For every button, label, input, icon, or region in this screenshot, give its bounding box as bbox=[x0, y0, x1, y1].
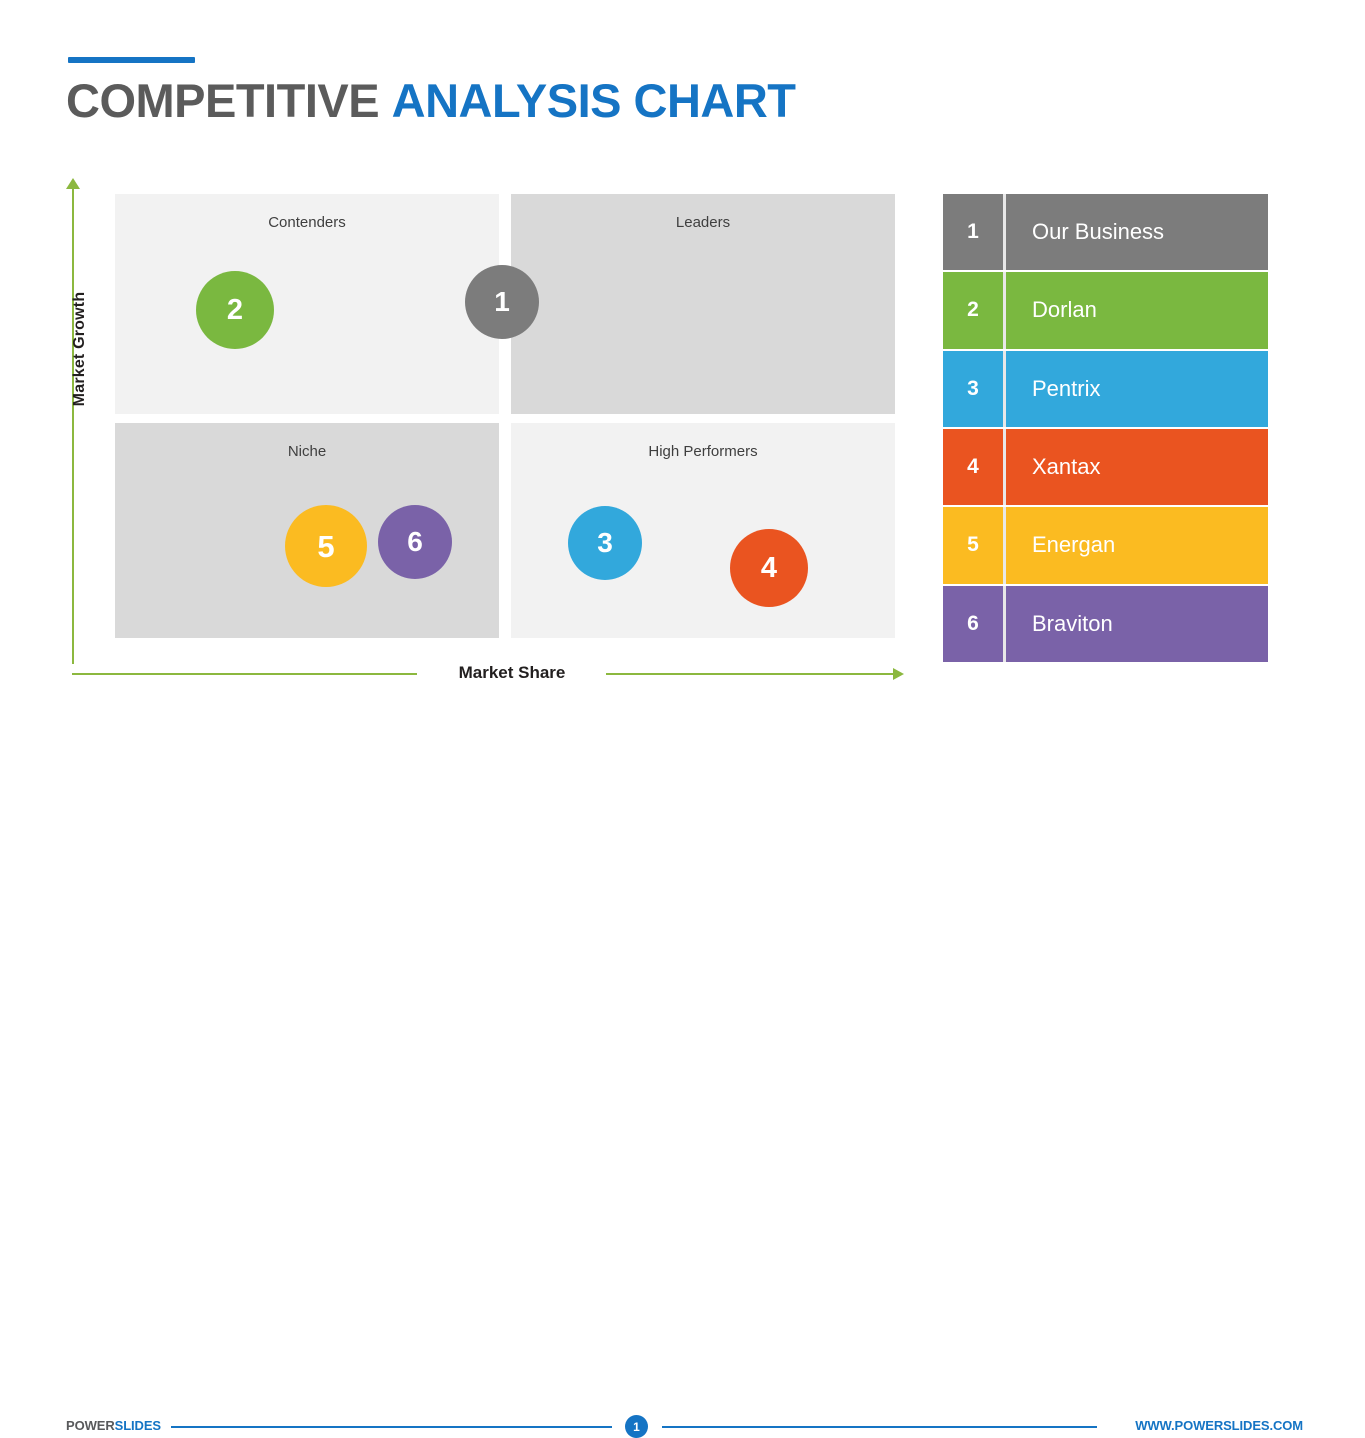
bubble-3[interactable]: 3 bbox=[568, 506, 642, 580]
legend-row[interactable]: 2 Dorlan bbox=[943, 272, 1268, 351]
quadrant-contenders: Contenders bbox=[115, 194, 499, 414]
x-axis-label: Market Share bbox=[458, 663, 566, 682]
legend-row-number: 6 bbox=[943, 585, 1006, 662]
page-number-badge: 1 bbox=[625, 1415, 648, 1438]
bubble-6[interactable]: 6 bbox=[378, 505, 452, 579]
powerslides-logo: POWERSLIDES bbox=[66, 1418, 161, 1433]
bubble-2[interactable]: 2 bbox=[196, 271, 274, 349]
legend-table: 1 Our Business 2 Dorlan 3 Pentrix 4 Xantax 5 Ener… bbox=[943, 194, 1268, 662]
legend-row-number: 1 bbox=[943, 194, 1006, 271]
logo-text-slides: SLIDES bbox=[114, 1418, 161, 1433]
quadrant-leaders: Leaders bbox=[511, 194, 895, 414]
legend-row[interactable]: 1 Our Business bbox=[943, 194, 1268, 273]
legend-row-number: 3 bbox=[943, 350, 1006, 427]
legend-row[interactable]: 4 Xantax bbox=[943, 428, 1268, 508]
quadrant-label-niche: Niche bbox=[287, 443, 327, 460]
legend-row-name: Pentrix bbox=[1032, 375, 1101, 401]
legend-row-number: 4 bbox=[943, 428, 1006, 506]
y-axis-label: Market Growth bbox=[71, 291, 88, 407]
bubble-5[interactable]: 5 bbox=[285, 505, 367, 587]
bubble-4[interactable]: 4 bbox=[730, 529, 808, 607]
bubble-1[interactable]: 1 bbox=[465, 265, 539, 339]
legend-row[interactable]: 6 Braviton bbox=[943, 585, 1268, 662]
x-axis-line-left bbox=[72, 673, 417, 675]
footer-divider-right bbox=[662, 1426, 1097, 1428]
quadrant-label-contenders: Contenders bbox=[268, 214, 346, 231]
quadrant-label-high-performers: High Performers bbox=[648, 443, 758, 460]
legend-row-number: 5 bbox=[943, 507, 1006, 584]
x-axis-arrow-icon bbox=[893, 668, 904, 680]
logo-text-power: POWER bbox=[66, 1418, 115, 1433]
legend-row-name: Energan bbox=[1032, 532, 1116, 558]
footer-divider-left bbox=[171, 1426, 612, 1428]
legend-row-name: Xantax bbox=[1032, 454, 1101, 480]
quadrant-high-performers: High Performers bbox=[511, 423, 895, 638]
legend-row-name: Braviton bbox=[1032, 610, 1113, 636]
legend-row[interactable]: 3 Pentrix bbox=[943, 350, 1268, 429]
footer-url[interactable]: WWW.POWERSLIDES.COM bbox=[1135, 1418, 1303, 1433]
legend-row-name: Our Business bbox=[1032, 219, 1165, 245]
legend-row-name: Dorlan bbox=[1032, 297, 1097, 323]
x-axis-line-right bbox=[606, 673, 896, 675]
legend-row[interactable]: 5 Energan bbox=[943, 507, 1268, 586]
footer: POWERSLIDES 1 WWW.POWERSLIDES.COM bbox=[0, 700, 1365, 1438]
competitive-matrix: Contenders Leaders Niche High Performers… bbox=[0, 0, 940, 700]
legend-row-number: 2 bbox=[943, 272, 1006, 349]
quadrant-label-leaders: Leaders bbox=[675, 214, 731, 231]
